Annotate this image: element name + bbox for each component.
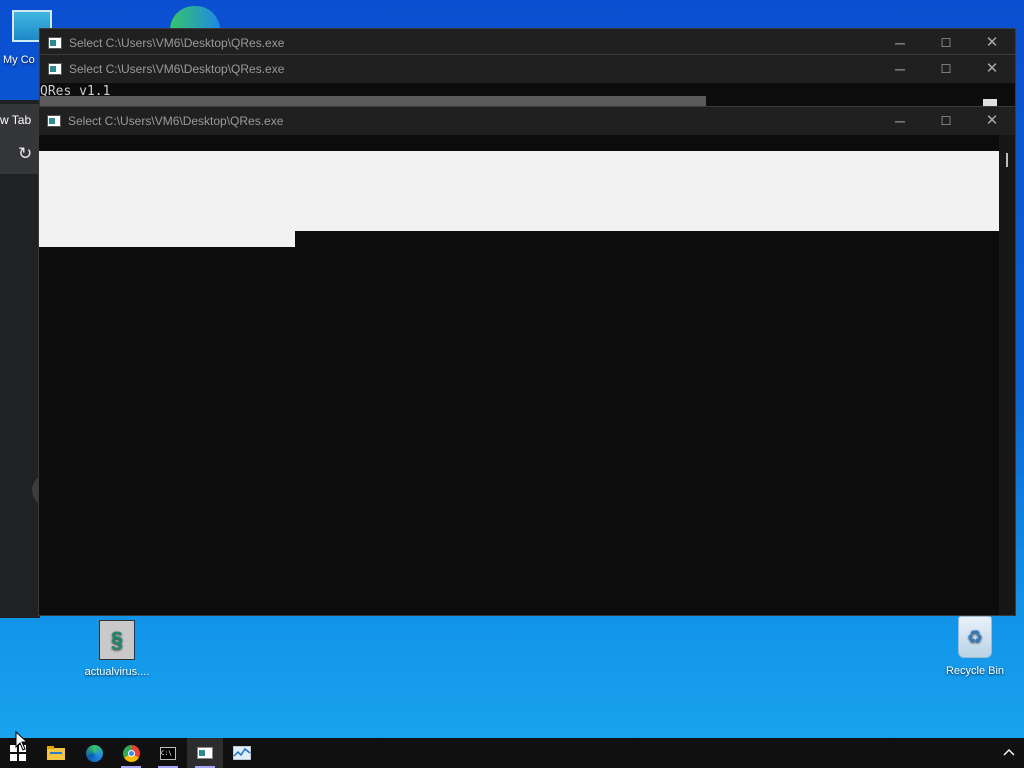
minimize-button[interactable]: ─	[877, 29, 923, 57]
recycle-bin-icon: ♻	[958, 616, 992, 658]
desktop-icon-label: actualvirus....	[84, 666, 150, 678]
window-title: Select C:\Users\VM6\Desktop\QRes.exe	[68, 114, 284, 128]
console-selection-bar	[40, 96, 706, 106]
console-client-area[interactable]	[39, 135, 999, 615]
vertical-scrollbar[interactable]	[999, 135, 1015, 615]
maximize-button[interactable]: ☐	[923, 29, 969, 57]
script-file-icon: §	[99, 620, 135, 660]
edge-desktop-icon[interactable]	[170, 6, 220, 30]
minimize-button[interactable]: ─	[877, 107, 923, 135]
window-title: Select C:\Users\VM6\Desktop\QRes.exe	[69, 36, 285, 50]
browser-tab-label: w Tab	[0, 113, 32, 127]
maximize-button[interactable]: ☐	[923, 107, 969, 135]
close-button[interactable]: ✕	[969, 55, 1015, 83]
browser-toolbar: ↻	[0, 136, 40, 174]
browser-tab[interactable]: w Tab	[0, 104, 40, 136]
window-titlebar[interactable]: Select C:\Users\VM6\Desktop\QRes.exe ─ ☐…	[39, 107, 1015, 135]
console-window-icon	[197, 747, 213, 759]
resource-monitor-icon	[233, 746, 251, 760]
cmd-button[interactable]: C:\	[150, 738, 186, 768]
window-titlebar[interactable]: Select C:\Users\VM6\Desktop\QRes.exe ─ ☐…	[40, 55, 1015, 83]
mouse-cursor-icon	[15, 731, 27, 751]
recycle-bin-desktop-icon[interactable]: ♻ Recycle Bin	[940, 616, 1010, 677]
refresh-icon[interactable]: ↻	[18, 144, 32, 164]
chrome-button[interactable]	[113, 738, 149, 768]
console-window-button[interactable]	[187, 738, 223, 768]
console-app-icon	[47, 115, 61, 127]
folder-icon	[47, 746, 65, 760]
browser-window	[0, 100, 40, 618]
scrollbar-thumb[interactable]	[1006, 153, 1008, 167]
resource-monitor-button[interactable]	[224, 738, 260, 768]
edge-button[interactable]	[76, 738, 112, 768]
console-window-front[interactable]: Select C:\Users\VM6\Desktop\QRes.exe ─ ☐…	[38, 106, 1016, 616]
minimize-button[interactable]: ─	[877, 55, 923, 83]
close-button[interactable]: ✕	[969, 107, 1015, 135]
console-selection-highlight	[39, 151, 999, 231]
console-app-icon	[48, 37, 62, 49]
actualvirus-desktop-icon[interactable]: § actualvirus....	[78, 620, 156, 678]
maximize-button[interactable]: ☐	[923, 55, 969, 83]
tray-chevron-icon[interactable]	[1002, 744, 1016, 758]
chrome-icon	[122, 744, 140, 762]
edge-icon	[85, 744, 103, 762]
console-selection-highlight	[39, 231, 295, 247]
window-titlebar[interactable]: Select C:\Users\VM6\Desktop\QRes.exe ─ ☐…	[40, 29, 1015, 57]
file-explorer-button[interactable]	[38, 738, 74, 768]
taskbar: C:\	[0, 738, 1024, 768]
console-app-icon	[48, 63, 62, 75]
desktop-icon-label: Recycle Bin	[945, 665, 1005, 677]
cmd-icon: C:\	[160, 746, 176, 760]
window-title: Select C:\Users\VM6\Desktop\QRes.exe	[69, 62, 285, 76]
close-button[interactable]: ✕	[969, 29, 1015, 57]
